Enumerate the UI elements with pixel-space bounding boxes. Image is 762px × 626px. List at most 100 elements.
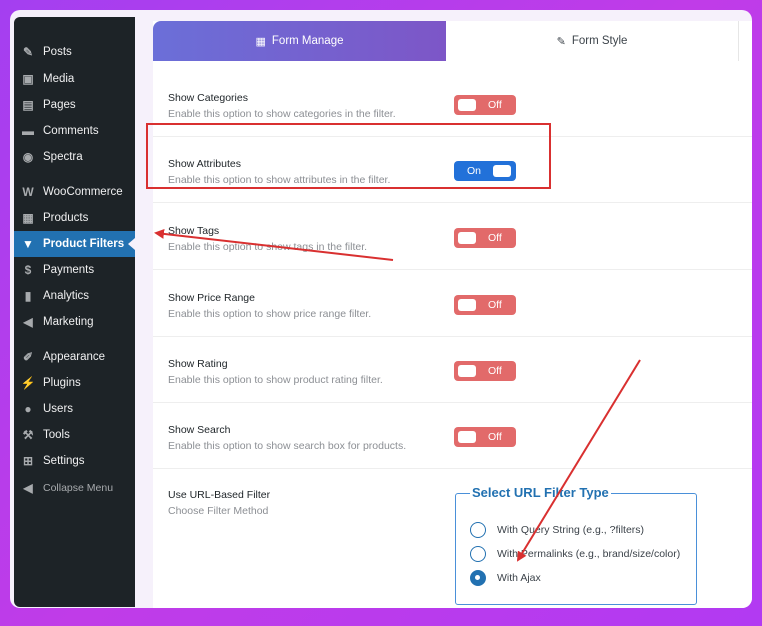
pin-icon: ✎ [22, 45, 34, 59]
sidebar-item-label: Marketing [43, 316, 94, 328]
tab-label: Form Manage [271, 35, 344, 47]
sidebar-item-label: Media [43, 73, 75, 85]
sidebar-item-label: Payments [43, 264, 95, 276]
option-row-show-price-range: Show Price Range Enable this option to s… [153, 271, 752, 337]
sidebar-item-marketing[interactable]: ◀ Marketing [14, 309, 135, 335]
tab-label: Form Style [571, 35, 628, 47]
marketing-icon: ◀ [23, 315, 33, 329]
users-icon: ● [24, 402, 32, 416]
settings-panel: ▦ Form Manage ✎ Form Style Show Categories… [153, 21, 752, 608]
settings-icon: ⊞ [22, 454, 34, 468]
option-title: Show Search [168, 424, 231, 436]
sidebar-item-comments[interactable]: ▬ Comments [14, 118, 135, 144]
plugins-icon: ⚡ [20, 376, 36, 390]
tab-form-style[interactable]: ✎ Form Style [446, 21, 739, 61]
radio-button[interactable] [470, 522, 486, 538]
url-filter-row: Use URL-Based Filter Choose Filter Metho… [153, 469, 752, 608]
toggle-knob [458, 431, 476, 443]
toggle-show-price-range[interactable]: Off [454, 295, 516, 315]
spectra-icon: ◉ [22, 150, 34, 164]
form-icon: ▦ [255, 35, 266, 48]
woocommerce-icon: W [22, 185, 34, 199]
tools-icon: ⚒ [22, 428, 34, 442]
sidebar-item-label: Tools [43, 429, 70, 441]
sidebar-item-woocommerce[interactable]: W WooCommerce [14, 179, 135, 205]
sidebar-item-label: Appearance [43, 351, 106, 363]
payments-icon: $ [24, 263, 32, 277]
sidebar-item-label: WooCommerce [43, 186, 123, 198]
sidebar-item-users[interactable]: ● Users [14, 396, 135, 422]
sidebar-item-label: Posts [43, 46, 72, 58]
sidebar-item-tools[interactable]: ⚒ Tools [14, 422, 135, 448]
sidebar-item-appearance[interactable]: ✐ Appearance [14, 344, 135, 370]
filter-icon: ▼ [22, 237, 34, 251]
pages-icon: ▤ [22, 98, 34, 112]
option-title: Show Price Range [168, 292, 255, 304]
radio-button[interactable] [470, 546, 486, 562]
collapse-icon: ◀ [23, 481, 33, 495]
sidebar-item-label: Pages [43, 99, 76, 111]
option-row-show-rating: Show Rating Enable this option to show p… [153, 337, 752, 403]
sidebar-item-label: Plugins [43, 377, 81, 389]
radio-ajax[interactable]: With Ajax [470, 570, 541, 586]
screenshot-frame: ✎ Posts ▣ Media ▤ Pages ▬ Comments ◉ Spectra … [10, 10, 752, 608]
toggle-knob [458, 232, 476, 244]
tab-bar: ▦ Form Manage ✎ Form Style [153, 21, 752, 61]
toggle-label: Off [488, 431, 502, 443]
sidebar-item-payments[interactable]: $ Payments [14, 257, 135, 283]
tab-form-manage[interactable]: ▦ Form Manage [153, 21, 446, 61]
toggle-show-search[interactable]: Off [454, 427, 516, 447]
option-title: Show Tags [168, 225, 220, 237]
toggle-label: Off [488, 299, 502, 311]
sidebar-item-label: Analytics [43, 290, 90, 302]
toggle-show-tags[interactable]: Off [454, 228, 516, 248]
toggle-knob [458, 365, 476, 377]
url-filter-type-group: Select URL Filter Type With Query String… [455, 485, 697, 605]
option-description: Enable this option to show tags in the f… [168, 241, 368, 253]
option-description: Choose Filter Method [168, 505, 269, 517]
appearance-icon: ✐ [22, 350, 34, 364]
sidebar-item-label: Products [43, 212, 89, 224]
option-title: Use URL-Based Filter [168, 489, 271, 501]
option-title: Show Categories [168, 92, 248, 104]
toggle-show-categories[interactable]: Off [454, 95, 516, 115]
toggle-knob [458, 99, 476, 111]
sidebar-item-label: Users [43, 403, 74, 415]
toggle-label: Off [488, 232, 502, 244]
sidebar-item-label: Spectra [43, 151, 83, 163]
radio-label: With Query String (e.g., ?filters) [497, 524, 645, 536]
radio-label: With Ajax [497, 572, 541, 584]
option-description: Enable this option to show price range f… [168, 308, 372, 320]
annotation-highlight-box [146, 123, 551, 189]
toggle-show-rating[interactable]: Off [454, 361, 516, 381]
radio-query-string[interactable]: With Query String (e.g., ?filters) [470, 522, 644, 538]
radio-label: With Permalinks (e.g., brand/size/color) [497, 548, 681, 560]
media-icon: ▣ [22, 72, 34, 86]
option-title: Show Rating [168, 358, 228, 370]
toggle-knob [458, 299, 476, 311]
option-description: Enable this option to show search box fo… [168, 440, 407, 452]
sidebar-item-posts[interactable]: ✎ Posts [14, 39, 135, 65]
sidebar-item-analytics[interactable]: ▮ Analytics [14, 283, 135, 309]
sidebar-item-pages[interactable]: ▤ Pages [14, 92, 135, 118]
sidebar-item-settings[interactable]: ⊞ Settings [14, 448, 135, 474]
sidebar-item-label: Collapse Menu [43, 482, 114, 494]
analytics-icon: ▮ [24, 289, 32, 303]
sidebar-item-plugins[interactable]: ⚡ Plugins [14, 370, 135, 396]
sidebar-item-label: Comments [43, 125, 99, 137]
option-row-show-tags: Show Tags Enable this option to show tag… [153, 204, 752, 270]
option-row-show-search: Show Search Enable this option to show s… [153, 403, 752, 469]
sidebar-collapse-menu[interactable]: ◀ Collapse Menu [14, 475, 135, 501]
option-description: Enable this option to show product ratin… [168, 374, 383, 386]
sidebar-item-product-filters[interactable]: ▼ Product Filters [14, 231, 135, 257]
admin-sidebar: ✎ Posts ▣ Media ▤ Pages ▬ Comments ◉ Spectra … [14, 17, 135, 607]
sidebar-item-spectra[interactable]: ◉ Spectra [14, 144, 135, 170]
url-filter-legend: Select URL Filter Type [470, 485, 611, 500]
toggle-label: Off [488, 99, 502, 111]
comments-icon: ▬ [22, 124, 34, 138]
radio-button[interactable] [470, 570, 486, 586]
radio-permalinks[interactable]: With Permalinks (e.g., brand/size/color) [470, 546, 680, 562]
brush-icon: ✎ [556, 35, 566, 48]
sidebar-item-media[interactable]: ▣ Media [14, 66, 135, 92]
sidebar-item-products[interactable]: ▦ Products [14, 205, 135, 231]
